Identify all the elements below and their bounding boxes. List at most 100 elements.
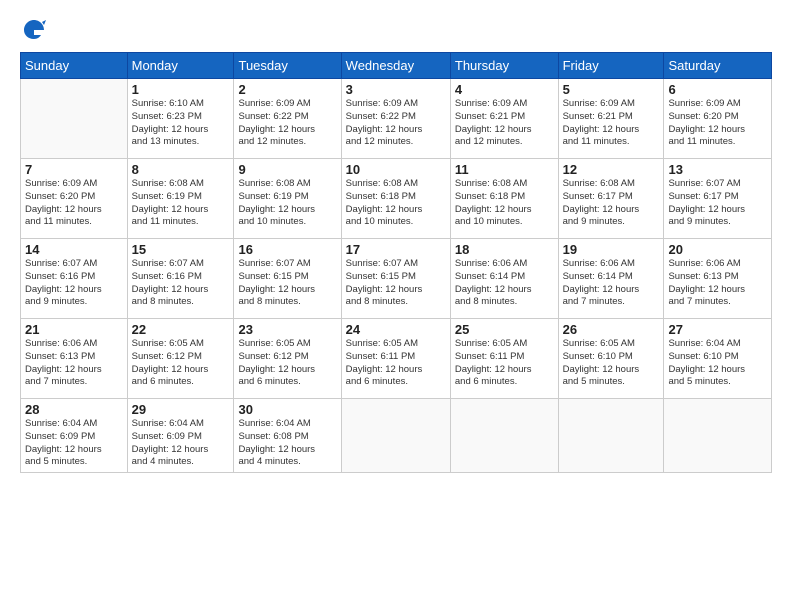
day-cell: 13Sunrise: 6:07 AM Sunset: 6:17 PM Dayli…: [664, 159, 772, 239]
day-number: 1: [132, 82, 230, 97]
day-info: Sunrise: 6:07 AM Sunset: 6:15 PM Dayligh…: [238, 258, 336, 309]
day-info: Sunrise: 6:05 AM Sunset: 6:10 PM Dayligh…: [563, 338, 660, 389]
day-number: 14: [25, 242, 123, 257]
day-cell: 23Sunrise: 6:05 AM Sunset: 6:12 PM Dayli…: [234, 319, 341, 399]
day-number: 2: [238, 82, 336, 97]
day-cell: 29Sunrise: 6:04 AM Sunset: 6:09 PM Dayli…: [127, 399, 234, 473]
day-cell: [450, 399, 558, 473]
day-number: 11: [455, 162, 554, 177]
col-header-tuesday: Tuesday: [234, 53, 341, 79]
day-info: Sunrise: 6:05 AM Sunset: 6:11 PM Dayligh…: [455, 338, 554, 389]
day-cell: 10Sunrise: 6:08 AM Sunset: 6:18 PM Dayli…: [341, 159, 450, 239]
day-cell: 7Sunrise: 6:09 AM Sunset: 6:20 PM Daylig…: [21, 159, 128, 239]
day-number: 19: [563, 242, 660, 257]
day-number: 16: [238, 242, 336, 257]
day-info: Sunrise: 6:08 AM Sunset: 6:19 PM Dayligh…: [132, 178, 230, 229]
week-row-5: 28Sunrise: 6:04 AM Sunset: 6:09 PM Dayli…: [21, 399, 772, 473]
day-number: 9: [238, 162, 336, 177]
day-cell: 26Sunrise: 6:05 AM Sunset: 6:10 PM Dayli…: [558, 319, 664, 399]
day-cell: 4Sunrise: 6:09 AM Sunset: 6:21 PM Daylig…: [450, 79, 558, 159]
day-info: Sunrise: 6:07 AM Sunset: 6:15 PM Dayligh…: [346, 258, 446, 309]
day-number: 7: [25, 162, 123, 177]
day-info: Sunrise: 6:06 AM Sunset: 6:14 PM Dayligh…: [563, 258, 660, 309]
day-info: Sunrise: 6:07 AM Sunset: 6:17 PM Dayligh…: [668, 178, 767, 229]
day-number: 28: [25, 402, 123, 417]
day-cell: 18Sunrise: 6:06 AM Sunset: 6:14 PM Dayli…: [450, 239, 558, 319]
day-cell: 19Sunrise: 6:06 AM Sunset: 6:14 PM Dayli…: [558, 239, 664, 319]
day-number: 4: [455, 82, 554, 97]
day-info: Sunrise: 6:09 AM Sunset: 6:20 PM Dayligh…: [668, 98, 767, 149]
day-cell: 28Sunrise: 6:04 AM Sunset: 6:09 PM Dayli…: [21, 399, 128, 473]
week-row-3: 14Sunrise: 6:07 AM Sunset: 6:16 PM Dayli…: [21, 239, 772, 319]
day-cell: [341, 399, 450, 473]
day-number: 30: [238, 402, 336, 417]
logo: [20, 16, 52, 44]
day-info: Sunrise: 6:04 AM Sunset: 6:09 PM Dayligh…: [132, 418, 230, 469]
day-info: Sunrise: 6:07 AM Sunset: 6:16 PM Dayligh…: [25, 258, 123, 309]
day-cell: 9Sunrise: 6:08 AM Sunset: 6:19 PM Daylig…: [234, 159, 341, 239]
day-info: Sunrise: 6:05 AM Sunset: 6:12 PM Dayligh…: [132, 338, 230, 389]
day-info: Sunrise: 6:06 AM Sunset: 6:13 PM Dayligh…: [25, 338, 123, 389]
day-cell: [558, 399, 664, 473]
day-cell: 1Sunrise: 6:10 AM Sunset: 6:23 PM Daylig…: [127, 79, 234, 159]
day-cell: 15Sunrise: 6:07 AM Sunset: 6:16 PM Dayli…: [127, 239, 234, 319]
day-number: 5: [563, 82, 660, 97]
day-cell: 6Sunrise: 6:09 AM Sunset: 6:20 PM Daylig…: [664, 79, 772, 159]
day-cell: 25Sunrise: 6:05 AM Sunset: 6:11 PM Dayli…: [450, 319, 558, 399]
day-cell: 16Sunrise: 6:07 AM Sunset: 6:15 PM Dayli…: [234, 239, 341, 319]
col-header-wednesday: Wednesday: [341, 53, 450, 79]
day-info: Sunrise: 6:06 AM Sunset: 6:14 PM Dayligh…: [455, 258, 554, 309]
day-number: 15: [132, 242, 230, 257]
day-cell: 24Sunrise: 6:05 AM Sunset: 6:11 PM Dayli…: [341, 319, 450, 399]
day-cell: 22Sunrise: 6:05 AM Sunset: 6:12 PM Dayli…: [127, 319, 234, 399]
day-number: 22: [132, 322, 230, 337]
day-number: 6: [668, 82, 767, 97]
day-info: Sunrise: 6:09 AM Sunset: 6:20 PM Dayligh…: [25, 178, 123, 229]
week-row-1: 1Sunrise: 6:10 AM Sunset: 6:23 PM Daylig…: [21, 79, 772, 159]
day-info: Sunrise: 6:09 AM Sunset: 6:22 PM Dayligh…: [346, 98, 446, 149]
day-cell: 27Sunrise: 6:04 AM Sunset: 6:10 PM Dayli…: [664, 319, 772, 399]
day-number: 17: [346, 242, 446, 257]
col-header-sunday: Sunday: [21, 53, 128, 79]
day-info: Sunrise: 6:07 AM Sunset: 6:16 PM Dayligh…: [132, 258, 230, 309]
day-cell: 17Sunrise: 6:07 AM Sunset: 6:15 PM Dayli…: [341, 239, 450, 319]
day-number: 20: [668, 242, 767, 257]
col-header-saturday: Saturday: [664, 53, 772, 79]
day-number: 8: [132, 162, 230, 177]
day-info: Sunrise: 6:09 AM Sunset: 6:21 PM Dayligh…: [563, 98, 660, 149]
col-header-thursday: Thursday: [450, 53, 558, 79]
day-cell: [21, 79, 128, 159]
day-number: 12: [563, 162, 660, 177]
day-info: Sunrise: 6:09 AM Sunset: 6:21 PM Dayligh…: [455, 98, 554, 149]
day-info: Sunrise: 6:10 AM Sunset: 6:23 PM Dayligh…: [132, 98, 230, 149]
day-info: Sunrise: 6:04 AM Sunset: 6:09 PM Dayligh…: [25, 418, 123, 469]
day-cell: 21Sunrise: 6:06 AM Sunset: 6:13 PM Dayli…: [21, 319, 128, 399]
col-header-monday: Monday: [127, 53, 234, 79]
day-info: Sunrise: 6:09 AM Sunset: 6:22 PM Dayligh…: [238, 98, 336, 149]
day-cell: 12Sunrise: 6:08 AM Sunset: 6:17 PM Dayli…: [558, 159, 664, 239]
day-cell: 20Sunrise: 6:06 AM Sunset: 6:13 PM Dayli…: [664, 239, 772, 319]
day-cell: [664, 399, 772, 473]
day-info: Sunrise: 6:06 AM Sunset: 6:13 PM Dayligh…: [668, 258, 767, 309]
day-cell: 14Sunrise: 6:07 AM Sunset: 6:16 PM Dayli…: [21, 239, 128, 319]
day-number: 26: [563, 322, 660, 337]
day-cell: 8Sunrise: 6:08 AM Sunset: 6:19 PM Daylig…: [127, 159, 234, 239]
header: [20, 16, 772, 44]
day-number: 24: [346, 322, 446, 337]
calendar-header-row: SundayMondayTuesdayWednesdayThursdayFrid…: [21, 53, 772, 79]
day-number: 29: [132, 402, 230, 417]
week-row-2: 7Sunrise: 6:09 AM Sunset: 6:20 PM Daylig…: [21, 159, 772, 239]
day-number: 10: [346, 162, 446, 177]
day-cell: 2Sunrise: 6:09 AM Sunset: 6:22 PM Daylig…: [234, 79, 341, 159]
day-info: Sunrise: 6:08 AM Sunset: 6:19 PM Dayligh…: [238, 178, 336, 229]
day-info: Sunrise: 6:05 AM Sunset: 6:12 PM Dayligh…: [238, 338, 336, 389]
day-cell: 5Sunrise: 6:09 AM Sunset: 6:21 PM Daylig…: [558, 79, 664, 159]
calendar: SundayMondayTuesdayWednesdayThursdayFrid…: [20, 52, 772, 473]
day-number: 13: [668, 162, 767, 177]
day-info: Sunrise: 6:08 AM Sunset: 6:17 PM Dayligh…: [563, 178, 660, 229]
day-number: 3: [346, 82, 446, 97]
day-number: 23: [238, 322, 336, 337]
day-cell: 11Sunrise: 6:08 AM Sunset: 6:18 PM Dayli…: [450, 159, 558, 239]
day-number: 21: [25, 322, 123, 337]
day-number: 25: [455, 322, 554, 337]
